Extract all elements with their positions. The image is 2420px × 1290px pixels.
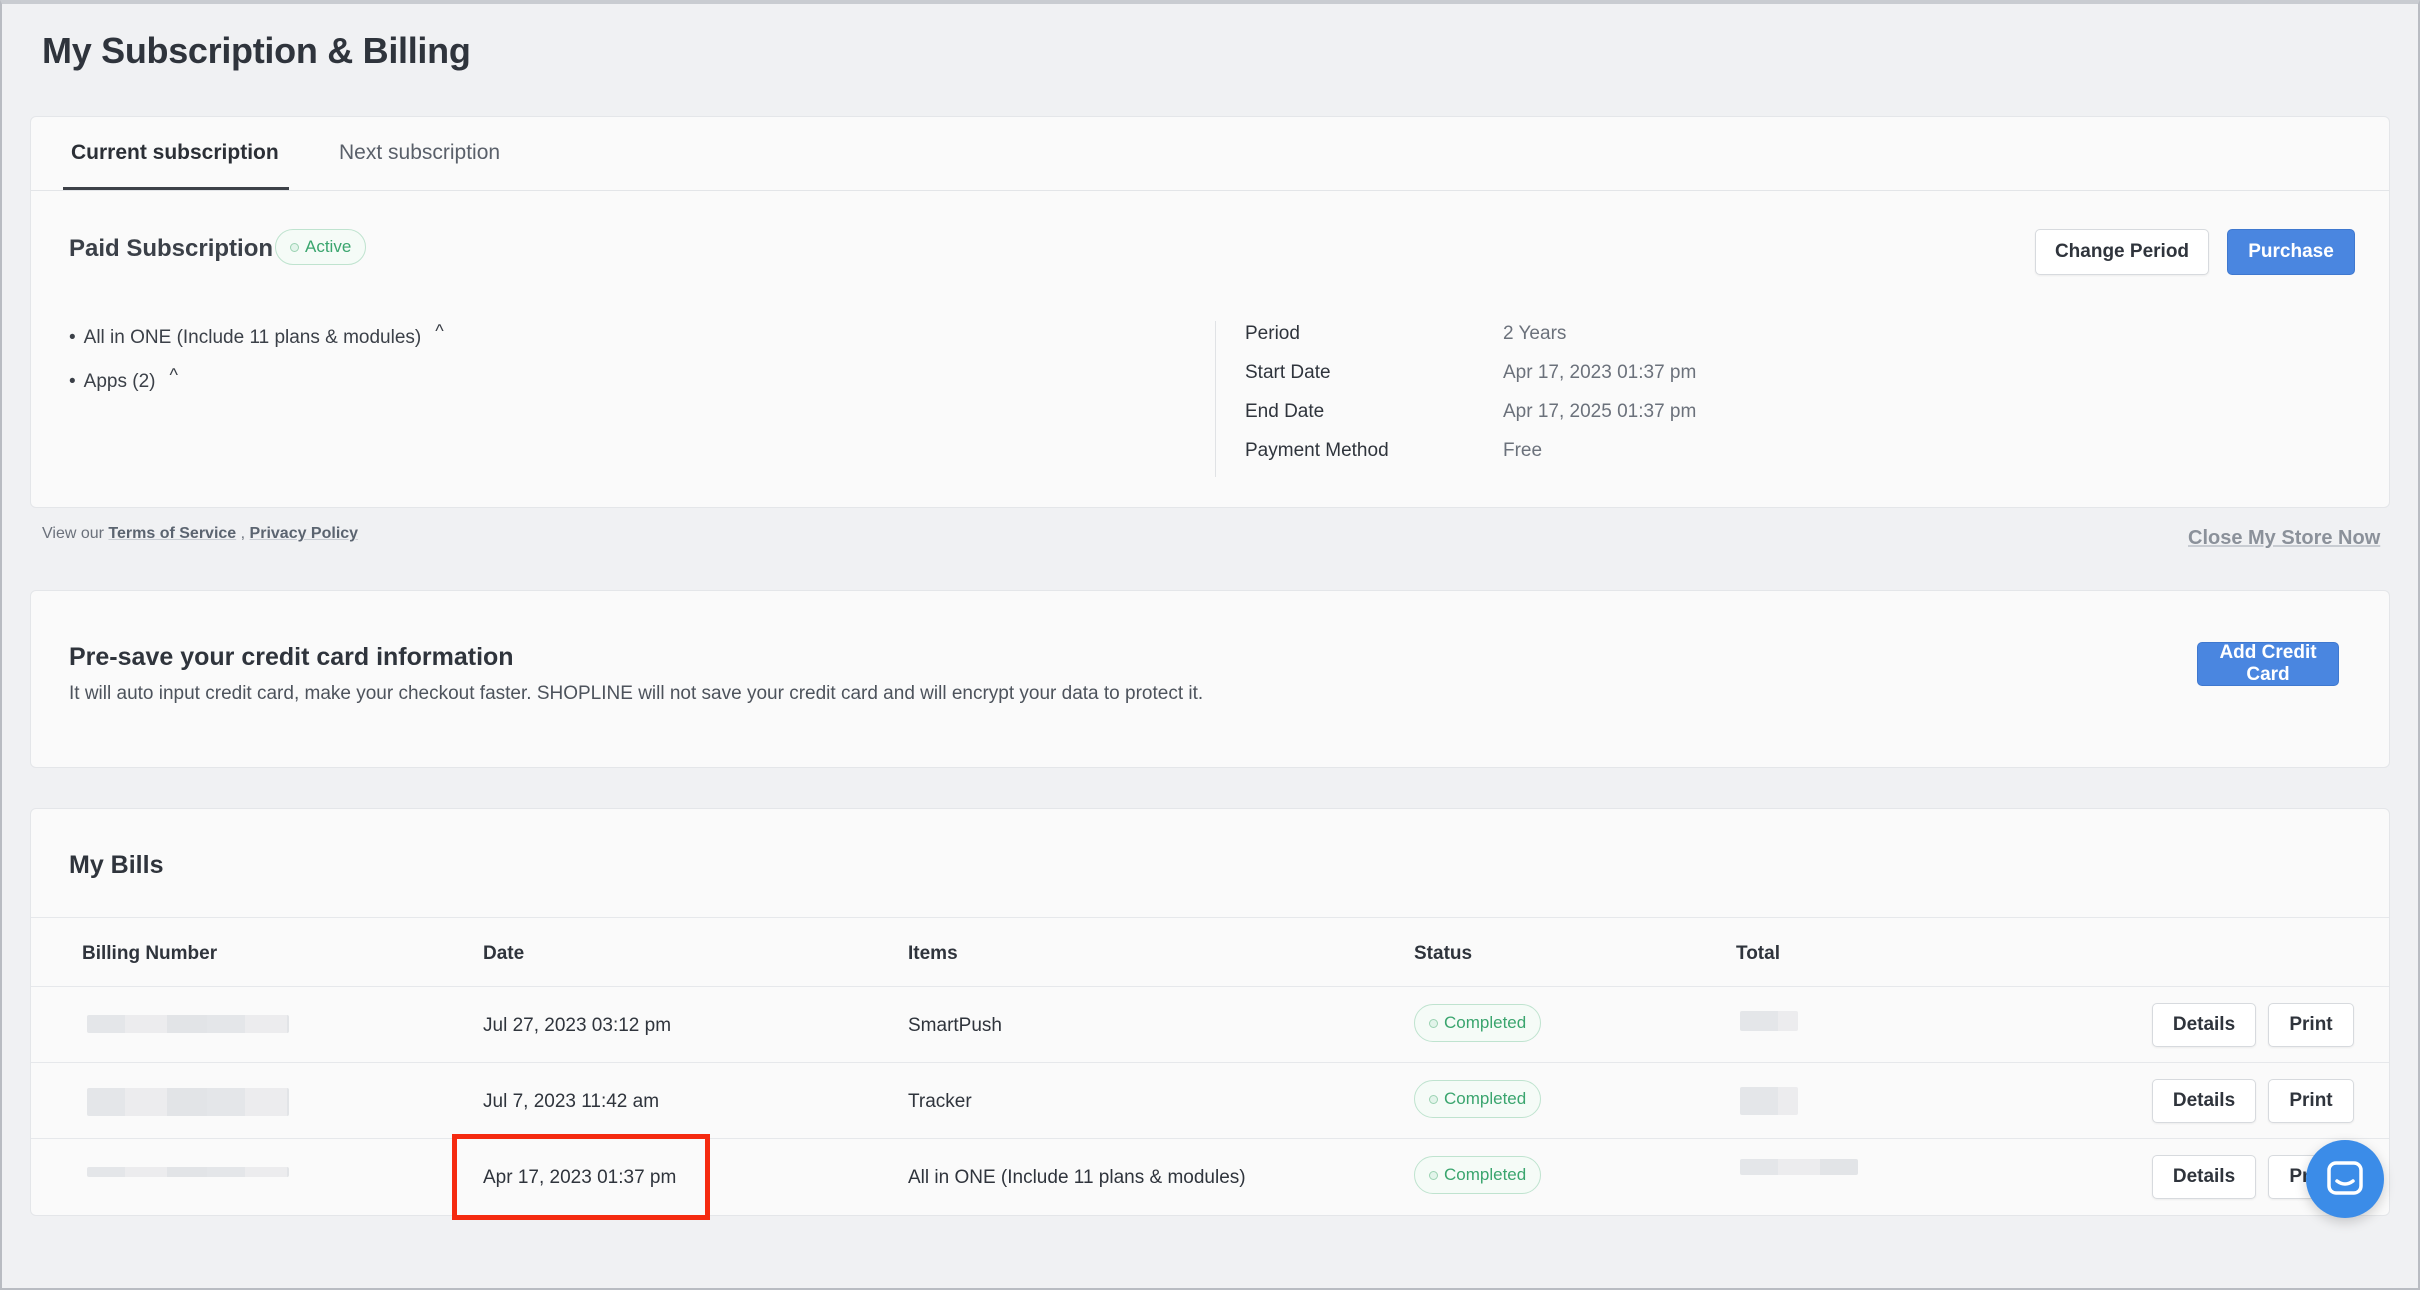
redacted-billing-number [87, 1015, 289, 1033]
bills-card: My Bills Billing Number Date Items Statu… [30, 808, 2390, 1216]
redacted-billing-number [87, 1167, 289, 1177]
details-button[interactable]: Details [2152, 1003, 2256, 1047]
status-badge: Completed [1414, 1156, 1542, 1194]
status-badge: Completed [1414, 1004, 1542, 1042]
table-row: Jul 7, 2023 11:42 am Tracker Completed D… [31, 1063, 2389, 1139]
change-period-button[interactable]: Change Period [2035, 229, 2209, 275]
detail-period: Period 2 Years [1245, 323, 1567, 344]
plan-list: • All in ONE (Include 11 plans & modules… [69, 321, 444, 415]
subscription-tabs: Current subscription Next subscription [31, 117, 2389, 191]
status-badge: Active [275, 229, 367, 265]
plan-label: Apps (2) [83, 371, 156, 392]
bill-item: SmartPush [908, 1015, 1002, 1036]
detail-start-date: Start Date Apr 17, 2023 01:37 pm [1245, 362, 1697, 383]
redacted-total [1740, 1011, 1798, 1031]
plan-item-apps[interactable]: • Apps (2) ^ [69, 365, 444, 415]
chat-bubble-icon[interactable] [2306, 1140, 2384, 1218]
bill-date: Apr 17, 2023 01:37 pm [483, 1167, 677, 1188]
legal-links: View our Terms of Service , Privacy Poli… [42, 525, 359, 542]
add-credit-card-button[interactable]: Add Credit Card [2197, 642, 2339, 686]
details-button[interactable]: Details [2152, 1079, 2256, 1123]
subscription-card: Current subscription Next subscription P… [30, 116, 2390, 508]
column-total: Total [1736, 943, 1780, 964]
column-date: Date [483, 943, 525, 964]
bill-date: Jul 27, 2023 03:12 pm [483, 1015, 672, 1036]
caret-up-icon[interactable]: ^ [435, 321, 443, 342]
status-dot-icon [1429, 1094, 1438, 1104]
active-tab-indicator [63, 187, 289, 190]
terms-of-service-link[interactable]: Terms of Service [108, 525, 236, 542]
purchase-button[interactable]: Purchase [2227, 229, 2355, 275]
caret-up-icon[interactable]: ^ [169, 365, 177, 386]
status-badge: Completed [1414, 1080, 1542, 1118]
bill-item: Tracker [908, 1091, 972, 1112]
detail-payment-method: Payment Method Free [1245, 440, 1543, 461]
redacted-total [1740, 1087, 1798, 1115]
close-store-link[interactable]: Close My Store Now [2188, 527, 2380, 550]
privacy-policy-link[interactable]: Privacy Policy [250, 525, 359, 542]
bills-table-header: Billing Number Date Items Status Total [31, 917, 2389, 987]
plan-label: All in ONE (Include 11 plans & modules) [83, 327, 422, 348]
credit-card-section: Pre-save your credit card information It… [30, 590, 2390, 768]
column-items: Items [908, 943, 958, 964]
status-badge-label: Active [305, 237, 352, 256]
redacted-total [1740, 1159, 1858, 1175]
table-row: Jul 27, 2023 03:12 pm SmartPush Complete… [31, 987, 2389, 1063]
tab-current-subscription[interactable]: Current subscription [71, 141, 279, 165]
bills-title: My Bills [69, 851, 164, 879]
plan-item-all-in-one[interactable]: • All in ONE (Include 11 plans & modules… [69, 321, 444, 371]
subscription-title: Paid Subscription [69, 235, 274, 262]
status-dot-icon [290, 242, 299, 252]
column-billing-number: Billing Number [82, 943, 218, 964]
chat-icon-glyph [2327, 1161, 2363, 1195]
column-status: Status [1414, 943, 1473, 964]
status-dot-icon [1429, 1170, 1438, 1180]
print-button[interactable]: Print [2268, 1003, 2354, 1047]
credit-card-description: It will auto input credit card, make you… [69, 683, 1204, 704]
details-button[interactable]: Details [2152, 1155, 2256, 1199]
page-title: My Subscription & Billing [42, 30, 471, 71]
print-button[interactable]: Print [2268, 1079, 2354, 1123]
table-row: Apr 17, 2023 01:37 pm All in ONE (Includ… [31, 1139, 2389, 1215]
details-divider [1215, 321, 1216, 477]
tab-next-subscription[interactable]: Next subscription [339, 141, 500, 165]
credit-card-title: Pre-save your credit card information [69, 643, 514, 671]
detail-end-date: End Date Apr 17, 2025 01:37 pm [1245, 401, 1697, 422]
bill-item: All in ONE (Include 11 plans & modules) [908, 1167, 1246, 1188]
subscription-details: Period 2 Years Start Date Apr 17, 2023 0… [1245, 323, 1696, 479]
redacted-billing-number [87, 1088, 289, 1116]
status-dot-icon [1429, 1018, 1438, 1028]
bill-date: Jul 7, 2023 11:42 am [483, 1091, 660, 1112]
